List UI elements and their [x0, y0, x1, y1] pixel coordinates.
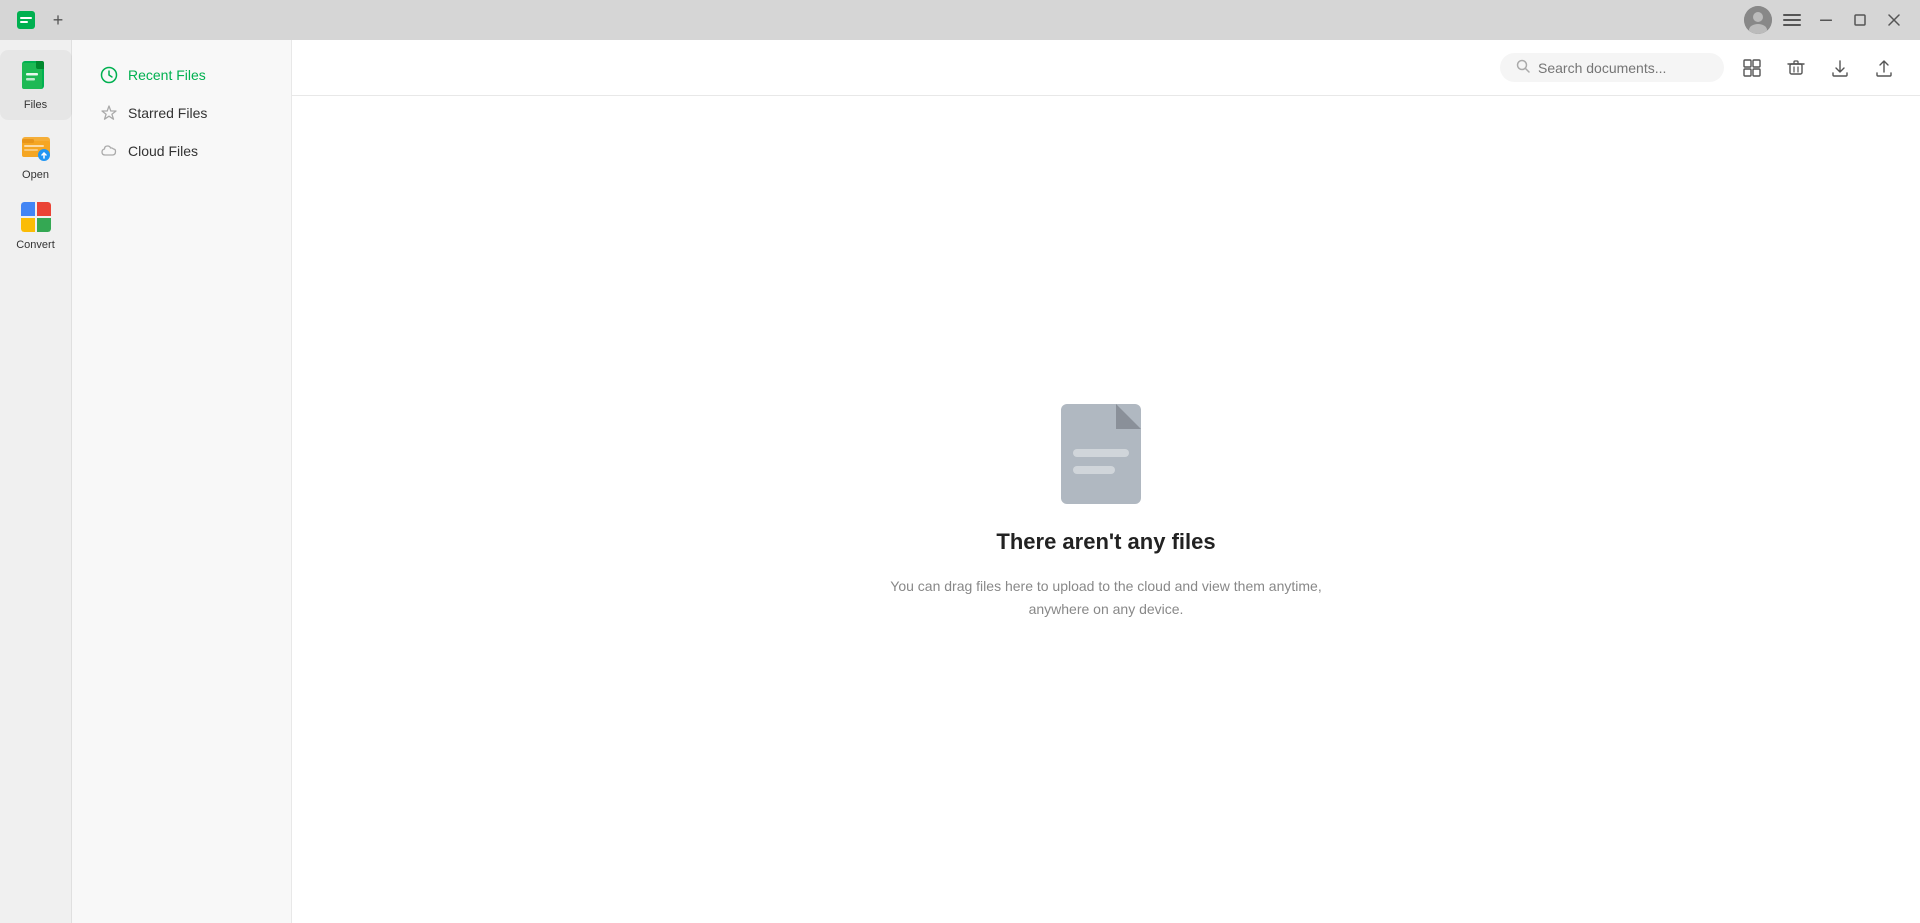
- restore-button[interactable]: [1846, 6, 1874, 34]
- app-body: Files Open: [0, 40, 1920, 923]
- icon-sidebar: Files Open: [0, 40, 72, 923]
- open-label: Open: [22, 169, 49, 181]
- cloud-files-label: Cloud Files: [128, 143, 198, 159]
- search-icon: [1516, 59, 1530, 76]
- convert-icon: [18, 199, 54, 235]
- files-label: Files: [24, 99, 47, 111]
- nav-item-recent[interactable]: Recent Files: [80, 56, 283, 94]
- empty-file-icon: [1051, 399, 1161, 509]
- recent-files-label: Recent Files: [128, 67, 206, 83]
- add-tab-button[interactable]: +: [48, 10, 68, 30]
- grid-view-button[interactable]: [1736, 52, 1768, 84]
- star-icon: [100, 104, 118, 122]
- sidebar-item-files[interactable]: Files: [0, 50, 72, 120]
- title-bar-right: [1744, 6, 1908, 34]
- main-content: There aren't any files You can drag file…: [292, 40, 1920, 923]
- search-box[interactable]: [1500, 53, 1724, 82]
- toolbar: [292, 40, 1920, 96]
- sidebar-item-open[interactable]: Open: [0, 120, 72, 190]
- sidebar-item-convert[interactable]: Convert: [0, 190, 72, 260]
- close-button[interactable]: [1880, 6, 1908, 34]
- empty-state-subtitle: You can drag files here to upload to the…: [890, 575, 1321, 620]
- minimize-button[interactable]: [1812, 6, 1840, 34]
- download-button[interactable]: [1824, 52, 1856, 84]
- open-icon: [18, 129, 54, 165]
- clock-icon: [100, 66, 118, 84]
- title-bar: +: [0, 0, 1920, 40]
- trash-button[interactable]: [1780, 52, 1812, 84]
- empty-state-title: There aren't any files: [996, 529, 1215, 555]
- menu-button[interactable]: [1778, 6, 1806, 34]
- nav-item-cloud[interactable]: Cloud Files: [80, 132, 283, 170]
- title-bar-left: +: [12, 6, 68, 34]
- empty-state: There aren't any files You can drag file…: [292, 96, 1920, 923]
- convert-label: Convert: [16, 239, 55, 251]
- upload-button[interactable]: [1868, 52, 1900, 84]
- user-avatar[interactable]: [1744, 6, 1772, 34]
- cloud-icon: [100, 142, 118, 160]
- app-logo: [12, 6, 40, 34]
- nav-item-starred[interactable]: Starred Files: [80, 94, 283, 132]
- search-input[interactable]: [1538, 60, 1708, 76]
- nav-sidebar: Recent Files Starred Files Cloud Files: [72, 40, 292, 923]
- starred-files-label: Starred Files: [128, 105, 207, 121]
- files-icon: [18, 59, 54, 95]
